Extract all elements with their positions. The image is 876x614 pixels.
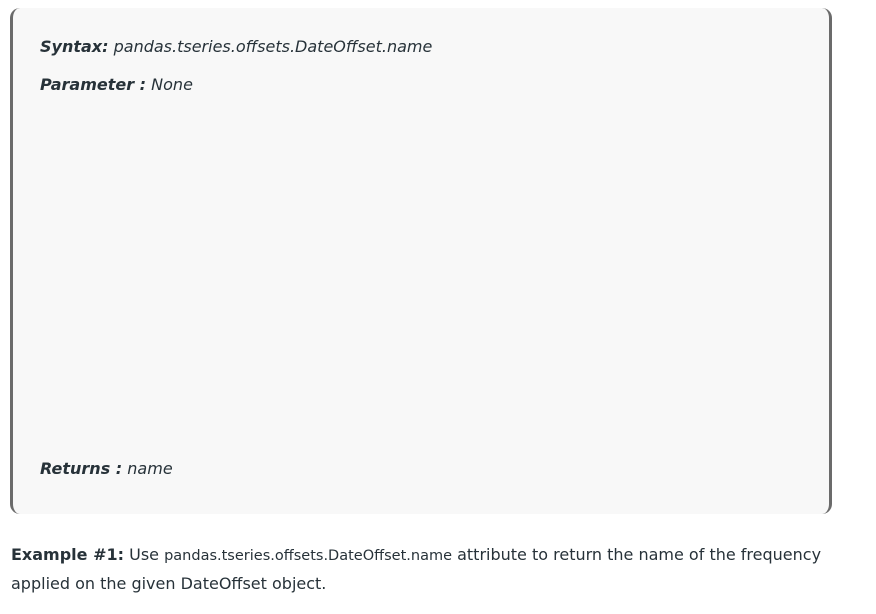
example-text-before: Use	[129, 545, 159, 564]
returns-value: name	[127, 459, 173, 478]
syntax-line: Syntax: pandas.tseries.offsets.DateOffse…	[40, 37, 432, 57]
syntax-value: pandas.tseries.offsets.DateOffset.name	[113, 37, 433, 56]
syntax-label: Syntax:	[40, 37, 109, 56]
example-paragraph: Example #1: Use pandas.tseries.offsets.D…	[11, 541, 841, 598]
returns-line: Returns : name	[40, 459, 173, 479]
parameter-label: Parameter :	[40, 75, 147, 94]
syntax-blockquote: Syntax: pandas.tseries.offsets.DateOffse…	[10, 8, 832, 514]
parameter-value: None	[151, 75, 193, 94]
parameter-line: Parameter : None	[40, 75, 193, 95]
returns-label: Returns :	[40, 459, 123, 478]
example-code: pandas.tseries.offsets.DateOffset.name	[164, 548, 452, 564]
example-label: Example #1:	[11, 545, 125, 564]
